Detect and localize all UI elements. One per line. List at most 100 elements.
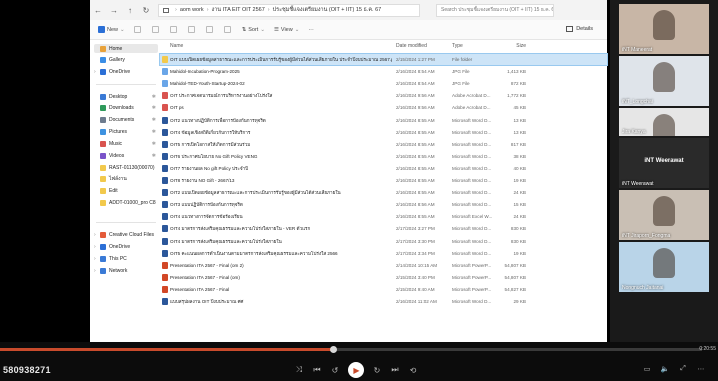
file-row[interactable]: OIT4 แนวทางการจัดการข้อร้องเรียน 2/16/202…: [160, 211, 607, 222]
file-row[interactable]: OIT ประกาศเจตนารมณ์การบริหารงานอย่างโปร่…: [160, 90, 607, 101]
file-row[interactable]: แบบสรุปผลงาน OIT ปีงบประมาณ ศศ 2/16/2024 …: [160, 296, 607, 307]
details-button[interactable]: Details: [566, 26, 593, 32]
progress-handle[interactable]: [330, 346, 338, 353]
participant-tile[interactable]: iNT Maneerat: [619, 4, 709, 54]
sidebar-item[interactable]: Home: [94, 44, 158, 53]
volume-icon[interactable]: 🔈: [656, 365, 674, 373]
breadcrumb-item[interactable]: aom work: [180, 7, 204, 13]
forward-button[interactable]: →: [106, 6, 122, 15]
file-row[interactable]: OIT5 คะแนนผลการดำเนินงานตามมาตรการส่งเสร…: [160, 248, 607, 259]
sidebar-item[interactable]: ไฟล์งาน: [94, 174, 158, 183]
sort-button[interactable]: ⇅ Sort ⌄: [242, 27, 265, 33]
column-header-date[interactable]: Date modified: [396, 43, 452, 49]
breadcrumb[interactable]: › aom work › งาน ITA EIT OIT 2567 › ประช…: [158, 3, 420, 17]
participant-tile[interactable]: iNT Jiraporn_Fongma: [619, 190, 709, 240]
file-row[interactable]: OIT6 ประกาศนโยบาย No Gift Policy VENG 2/1…: [160, 151, 607, 162]
file-row[interactable]: OIT8 รายงาน NO Gift - 2667/13 2/16/2024 8…: [160, 175, 607, 186]
sidebar-item[interactable]: › OneDrive: [94, 67, 158, 76]
file-row[interactable]: OIT2 แนวทางปฏิบัติการเพื่อการป้องกันการท…: [160, 115, 607, 126]
sidebar-item[interactable]: Documents ✱: [94, 115, 158, 124]
file-type: Microsoft Word D...: [452, 117, 492, 123]
repeat-icon[interactable]: ⟲: [404, 366, 422, 375]
sidebar-item[interactable]: ADDT-01000_pro C8: [94, 198, 158, 207]
file-row[interactable]: OIT4 มาตรการส่งเสริมคุณธรรมและความโปร่งใ…: [160, 223, 607, 234]
file-row[interactable]: OIT5 การเปิดโอกาสให้เกิดการมีส่วนร่วม 2/1…: [160, 139, 607, 150]
folder-icon: [100, 199, 106, 206]
copy-icon[interactable]: [151, 26, 161, 33]
sidebar-item-label: OneDrive: [109, 68, 131, 75]
search-input[interactable]: Search ประชุมชี้แจงเตรียมงาน (OIT + IIT)…: [436, 3, 554, 17]
miniplayer-icon[interactable]: ▭: [638, 365, 656, 373]
powerpoint-icon: [162, 285, 168, 293]
rewind-icon[interactable]: ↺: [326, 366, 344, 375]
previous-icon[interactable]: ⏮: [308, 365, 326, 375]
file-row[interactable]: OIT7 รายงานผล No gift Policy ประจำปี 2/16…: [160, 163, 607, 174]
sidebar-item[interactable]: Edit: [94, 186, 158, 195]
breadcrumb-item[interactable]: งาน ITA EIT OIT 2567: [212, 6, 265, 14]
duration-label: 0:20:55: [699, 346, 716, 352]
file-row[interactable]: Presentation ITA 2567 - Final (om) 2/15/2…: [160, 272, 607, 283]
file-row[interactable]: Mahidol-Incubation-Program-2025 2/16/2024…: [160, 66, 607, 77]
folder-icon: [100, 164, 106, 171]
pdf-icon: [162, 104, 168, 112]
more-options-button[interactable]: ···: [308, 27, 314, 33]
sidebar-item[interactable]: › Network: [94, 266, 158, 275]
file-name: แบบสรุปผลงาน OIT ปีงบประมาณ ศศ: [170, 299, 244, 304]
file-date: 2/14/2024 10:15 AM: [396, 262, 438, 268]
refresh-button[interactable]: ↻: [138, 6, 154, 15]
sidebar-item[interactable]: › This PC: [94, 254, 158, 263]
music-icon: [100, 140, 106, 147]
participant-tile[interactable]: Jira Kanya: [619, 108, 709, 136]
participant-tile[interactable]: iNT_Longchai: [619, 56, 709, 106]
sidebar-item[interactable]: › Creative Cloud Files: [94, 230, 158, 239]
shuffle-icon[interactable]: ⤨: [290, 365, 308, 375]
rename-icon[interactable]: [187, 26, 197, 33]
sidebar-item[interactable]: Videos ✱: [94, 151, 158, 160]
file-date: 2/16/2024 9:56 AM: [396, 93, 435, 99]
file-row[interactable]: OIT2 แบบเปิดเผยข้อมูลสาธารณะและการประเมิ…: [160, 187, 607, 198]
forward-icon[interactable]: ↻: [368, 366, 386, 375]
sidebar-item[interactable]: Pictures ✱: [94, 127, 158, 136]
delete-icon[interactable]: [223, 26, 233, 33]
file-name: OIT4 ข้อมูลเชิงสถิติเกี่ยวกับการให้บริกา…: [170, 129, 251, 135]
column-header-name[interactable]: Name: [170, 43, 390, 49]
file-row[interactable]: OIT4 ข้อมูลเชิงสถิติเกี่ยวกับการให้บริกา…: [160, 127, 607, 138]
file-row[interactable]: OIT ps 2/16/2024 9:56 AM Adobe Acrobat D..…: [160, 102, 607, 113]
back-button[interactable]: ←: [90, 6, 106, 15]
file-row[interactable]: OIT แบบเปิดเผยข้อมูลสาธารณะและการประเมิน…: [159, 53, 608, 66]
pin-icon: ✱: [151, 104, 156, 111]
cloud-icon: [100, 243, 106, 250]
more-icon[interactable]: ⋯: [692, 365, 710, 373]
file-type: File folder: [452, 57, 473, 62]
participant-strip: iNT Maneerat iNT_Longchai Jira Kanya iNT We…: [610, 0, 718, 342]
file-row[interactable]: OIT3 แบบปฏิบัติการป้องกันการทุจริต 2/16/2…: [160, 199, 607, 210]
breadcrumb-item[interactable]: ประชุมชี้แจงเตรียมงาน (OIT + IIT) 15 ธ.ค…: [273, 6, 382, 14]
new-button[interactable]: New ⌄: [98, 26, 125, 33]
view-button[interactable]: ☰ View ⌄: [274, 27, 299, 33]
cut-icon[interactable]: [133, 26, 143, 33]
sidebar-divider: [96, 222, 156, 223]
column-header-size[interactable]: Size: [498, 43, 526, 49]
fullscreen-icon[interactable]: ⤢: [674, 365, 692, 373]
column-header-type[interactable]: Type: [452, 43, 498, 49]
file-row[interactable]: Presentation ITA 2567 - Final 2/15/2024 9…: [160, 284, 607, 295]
sidebar-item[interactable]: Gallery: [94, 55, 158, 64]
next-icon[interactable]: ⏭: [386, 365, 404, 375]
participant-tile[interactable]: Nongnuch Jaitanai: [619, 242, 709, 292]
file-row[interactable]: OIT4 มาตรการส่งเสริมคุณธรรมและความโปร่งใ…: [160, 236, 607, 247]
participant-tile[interactable]: iNT Weerawat iNT Weerawat: [619, 138, 709, 188]
file-name: OIT4 มาตรการส่งเสริมคุณธรรมและความโปร่งใ…: [170, 226, 311, 232]
sidebar-item[interactable]: Desktop ✱: [94, 92, 158, 101]
sidebar-item[interactable]: Downloads ✱: [94, 103, 158, 112]
sidebar-item[interactable]: › OneDrive: [94, 242, 158, 251]
progress-track[interactable]: [0, 346, 702, 353]
up-button[interactable]: ↑: [122, 6, 138, 15]
play-button[interactable]: ▶: [348, 362, 364, 378]
file-row[interactable]: Presentation ITA 2567 - Final (om 2) 2/14…: [160, 260, 607, 271]
sidebar-item[interactable]: RAST-01130(00070): [94, 163, 158, 172]
sidebar-item[interactable]: Music ✱: [94, 139, 158, 148]
paste-icon[interactable]: [169, 26, 179, 33]
file-row[interactable]: Mahidol-TED-Youth-Startup-2024-02 2/16/20…: [160, 78, 607, 89]
progress-fill: [0, 348, 334, 351]
share-icon[interactable]: [205, 26, 215, 33]
